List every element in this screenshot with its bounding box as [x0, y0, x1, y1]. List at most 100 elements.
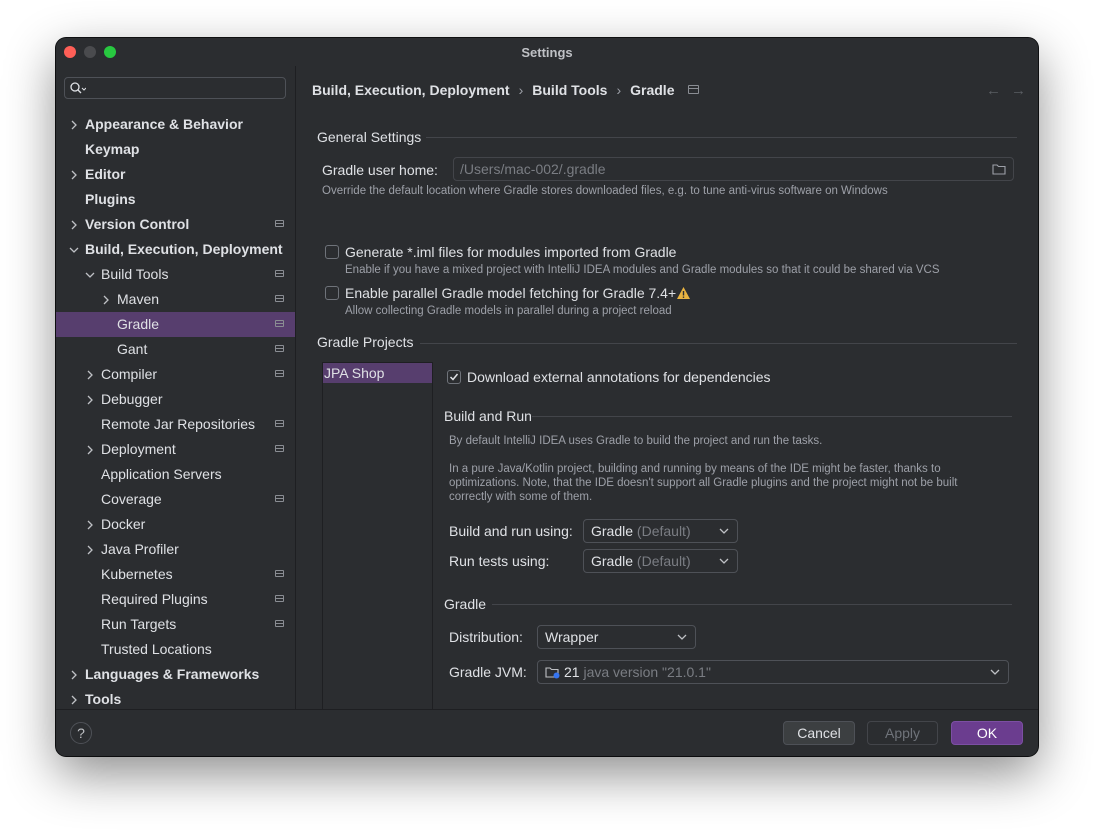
generate-iml-label[interactable]: Generate *.iml files for modules importe… — [345, 244, 676, 260]
sidebar-item-label: Required Plugins — [101, 591, 208, 607]
project-level-icon — [275, 420, 284, 427]
build-and-run-hint-line: optimizations. Note, that the IDE doesn'… — [449, 477, 958, 489]
build-and-run-hint-line: correctly with some of them. — [449, 491, 593, 503]
sidebar-item[interactable]: Editor — [56, 162, 295, 187]
dropdown-value: Gradle — [591, 523, 634, 539]
sidebar-item-label: Gant — [117, 341, 148, 357]
sidebar-item[interactable]: Maven — [56, 287, 295, 312]
sidebar-item[interactable]: Plugins — [56, 187, 295, 212]
gradle-jvm-dropdown[interactable]: 21 java version "21.0.1" — [537, 660, 1009, 684]
sidebar-item[interactable]: Coverage — [56, 487, 295, 512]
section-divider — [532, 416, 1012, 417]
sidebar-item[interactable]: Docker — [56, 512, 295, 537]
sidebar-item-label: Version Control — [85, 216, 190, 232]
project-level-icon — [688, 85, 700, 94]
back-arrow-icon[interactable]: ← — [986, 82, 1001, 99]
chevron-down-icon[interactable] — [85, 270, 95, 280]
settings-search-input[interactable] — [64, 77, 286, 99]
gradle-jvm-label: Gradle JVM: — [449, 664, 527, 680]
cancel-button[interactable]: Cancel — [783, 721, 855, 745]
jdk-folder-icon — [545, 667, 560, 679]
sidebar-item[interactable]: Deployment — [56, 437, 295, 462]
chevron-right-icon[interactable] — [69, 120, 79, 130]
dropdown-value: 21 — [564, 664, 580, 680]
build-and-run-hint: By default IntelliJ IDEA uses Gradle to … — [449, 435, 823, 447]
sidebar-item-label: Deployment — [101, 441, 176, 457]
sidebar-item[interactable]: Compiler — [56, 362, 295, 387]
dropdown-suffix: (Default) — [636, 523, 691, 539]
parallel-fetching-checkbox[interactable] — [325, 286, 339, 300]
run-tests-using-dropdown[interactable]: Gradle (Default) — [583, 549, 738, 573]
sidebar-item-label: Docker — [101, 516, 146, 532]
sidebar-item[interactable]: Run Targets — [56, 612, 295, 637]
section-divider — [492, 604, 1012, 605]
breadcrumb-item[interactable]: Build Tools — [532, 82, 607, 98]
project-level-icon — [275, 345, 284, 352]
project-level-icon — [275, 620, 284, 627]
warning-icon — [677, 287, 690, 299]
breadcrumb-item[interactable]: Build, Execution, Deployment — [312, 82, 510, 98]
section-divider — [420, 343, 1017, 344]
chevron-right-icon[interactable] — [69, 220, 79, 230]
settings-sidebar: Appearance & Behavior Keymap Editor Plugins… — [56, 66, 296, 709]
parallel-fetching-label[interactable]: Enable parallel Gradle model fetching fo… — [345, 285, 676, 301]
sidebar-item-label: Build, Execution, Deployment — [85, 241, 283, 257]
chevron-right-icon[interactable] — [85, 520, 95, 530]
sidebar-item[interactable]: Gradle — [56, 312, 295, 337]
chevron-down-icon — [990, 669, 1000, 675]
project-level-icon — [275, 595, 284, 602]
chevron-right-icon[interactable] — [69, 170, 79, 180]
sidebar-item[interactable]: Keymap — [56, 137, 295, 162]
sidebar-item-label: Java Profiler — [101, 541, 179, 557]
chevron-right-icon[interactable] — [85, 395, 95, 405]
sidebar-item[interactable]: Version Control — [56, 212, 295, 237]
breadcrumb: Build, Execution, Deployment › Build Tools… — [312, 82, 700, 98]
sidebar-item[interactable]: Debugger — [56, 387, 295, 412]
apply-button[interactable]: Apply — [867, 721, 938, 745]
sidebar-item[interactable]: Gant — [56, 337, 295, 362]
gradle-projects-list[interactable]: JPA Shop — [322, 362, 433, 730]
sidebar-item[interactable]: Application Servers — [56, 462, 295, 487]
parallel-fetching-hint: Allow collecting Gradle models in parall… — [345, 305, 672, 317]
sidebar-item[interactable]: Appearance & Behavior — [56, 112, 295, 137]
chevron-right-icon[interactable] — [69, 670, 79, 680]
gradle-user-home-label: Gradle user home: — [322, 162, 438, 178]
chevron-down-icon[interactable] — [69, 245, 79, 255]
chevron-right-icon[interactable] — [101, 295, 111, 305]
sidebar-item-label: Compiler — [101, 366, 158, 382]
project-level-icon — [275, 495, 284, 502]
sidebar-item[interactable]: Required Plugins — [56, 587, 295, 612]
sidebar-item[interactable]: Kubernetes — [56, 562, 295, 587]
run-tests-using-label: Run tests using: — [449, 553, 550, 569]
sidebar-item[interactable]: Trusted Locations — [56, 637, 295, 662]
sidebar-item[interactable]: Remote Jar Repositories — [56, 412, 295, 437]
gradle-user-home-hint: Override the default location where Grad… — [322, 185, 888, 197]
sidebar-item-label: Build Tools — [101, 266, 169, 282]
chevron-right-icon[interactable] — [69, 695, 79, 705]
settings-window: Settings Appearance & Behavior Keymap Edit… — [56, 38, 1038, 756]
ok-button[interactable]: OK — [951, 721, 1023, 745]
gradle-user-home-field[interactable]: /Users/mac-002/.gradle — [453, 157, 1014, 181]
sidebar-item[interactable]: Build, Execution, Deployment — [56, 237, 295, 262]
dialog-footer: ? Cancel Apply OK — [56, 709, 1038, 756]
chevron-right-icon[interactable] — [85, 545, 95, 555]
sidebar-item-label: Editor — [85, 166, 126, 182]
download-annotations-checkbox[interactable] — [447, 370, 461, 384]
help-button[interactable]: ? — [70, 722, 92, 744]
dropdown-detail: java version "21.0.1" — [583, 664, 711, 680]
forward-arrow-icon[interactable]: → — [1011, 82, 1026, 99]
generate-iml-checkbox[interactable] — [325, 245, 339, 259]
folder-icon[interactable] — [992, 163, 1006, 175]
build-and-run-using-label: Build and run using: — [449, 523, 573, 539]
dropdown-value: Wrapper — [545, 629, 599, 645]
sidebar-item[interactable]: Languages & Frameworks — [56, 662, 295, 687]
build-and-run-using-dropdown[interactable]: Gradle (Default) — [583, 519, 738, 543]
chevron-right-icon[interactable] — [85, 370, 95, 380]
sidebar-item[interactable]: Build Tools — [56, 262, 295, 287]
download-annotations-label[interactable]: Download external annotations for depend… — [467, 369, 771, 385]
distribution-dropdown[interactable]: Wrapper — [537, 625, 696, 649]
sidebar-item[interactable]: Java Profiler — [56, 537, 295, 562]
sidebar-item-label: Gradle — [117, 316, 160, 332]
chevron-right-icon[interactable] — [85, 445, 95, 455]
project-list-item[interactable]: JPA Shop — [323, 363, 432, 383]
